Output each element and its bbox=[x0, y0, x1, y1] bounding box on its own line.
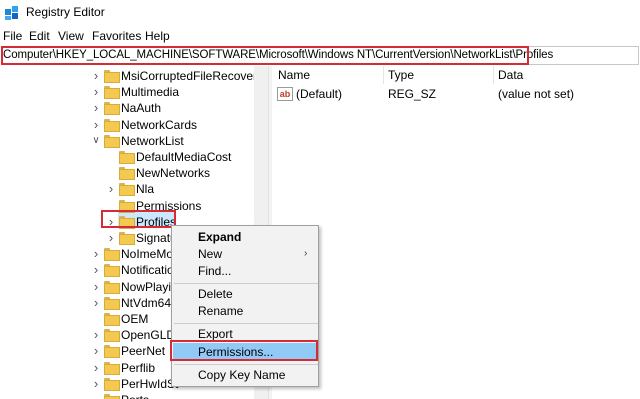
tree-item-label: Ports bbox=[121, 393, 149, 399]
tree-item-label: NewNetworks bbox=[136, 166, 211, 180]
address-highlight-box bbox=[1, 46, 529, 65]
tree-item-label: OEM bbox=[121, 312, 149, 326]
folder-icon bbox=[104, 248, 120, 261]
value-data[interactable]: (value not set) bbox=[498, 87, 574, 101]
value-name[interactable]: (Default) bbox=[296, 87, 342, 101]
chevron-right-icon[interactable]: › bbox=[106, 231, 116, 245]
folder-icon bbox=[104, 86, 120, 99]
value-type[interactable]: REG_SZ bbox=[388, 87, 436, 101]
tree-item-label: PeerNet bbox=[121, 344, 166, 358]
tree-item[interactable]: Ports bbox=[0, 392, 254, 399]
tree-item-label: MsiCorruptedFileRecovery bbox=[121, 69, 264, 83]
menu-separator bbox=[174, 364, 318, 365]
tree-item[interactable]: DefaultMediaCost bbox=[0, 149, 254, 165]
chevron-down-icon[interactable]: ∨ bbox=[91, 134, 101, 148]
chevron-right-icon[interactable]: › bbox=[91, 263, 101, 277]
permissions-highlight-box bbox=[170, 340, 318, 361]
tree-item[interactable]: › NaAuth bbox=[0, 100, 254, 116]
menu-file[interactable]: File bbox=[3, 29, 22, 43]
folder-icon bbox=[104, 264, 120, 277]
column-divider[interactable] bbox=[493, 66, 494, 84]
menu-view[interactable]: View bbox=[58, 29, 84, 43]
window-title: Registry Editor bbox=[26, 5, 105, 19]
string-value-icon: ab bbox=[277, 87, 293, 101]
menu-edit[interactable]: Edit bbox=[29, 29, 50, 43]
registry-editor-icon bbox=[5, 6, 18, 20]
folder-icon bbox=[104, 345, 120, 358]
folder-icon bbox=[119, 167, 135, 180]
folder-icon bbox=[104, 281, 120, 294]
tree-item-label: Multimedia bbox=[121, 85, 180, 99]
tree-item-label: Nla bbox=[136, 182, 155, 196]
tree-item-label: NetworkList bbox=[121, 134, 184, 148]
tree-item-label: DefaultMediaCost bbox=[136, 150, 232, 164]
tree-item-label: NoImeMo bbox=[121, 247, 174, 261]
tree-item[interactable]: › MsiCorruptedFileRecovery bbox=[0, 68, 263, 84]
menu-item-find[interactable]: Find... bbox=[198, 264, 231, 278]
folder-icon bbox=[104, 297, 120, 310]
tree-item-label: Perflib bbox=[121, 361, 156, 375]
chevron-right-icon[interactable]: › bbox=[91, 69, 101, 83]
chevron-right-icon[interactable]: › bbox=[91, 361, 101, 375]
folder-icon bbox=[119, 183, 135, 196]
folder-icon bbox=[104, 313, 120, 326]
column-name-header[interactable]: Name bbox=[278, 68, 310, 82]
folder-icon bbox=[104, 329, 120, 342]
menu-item-expand[interactable]: Expand bbox=[198, 230, 241, 244]
menu-item-new[interactable]: New bbox=[198, 247, 222, 261]
tree-item[interactable]: › Multimedia bbox=[0, 84, 254, 100]
chevron-right-icon[interactable]: › bbox=[91, 118, 101, 132]
profiles-highlight-box bbox=[101, 210, 176, 228]
chevron-right-icon[interactable]: › bbox=[91, 85, 101, 99]
menu-item-delete[interactable]: Delete bbox=[198, 287, 233, 301]
folder-icon bbox=[119, 151, 135, 164]
menu-item-export[interactable]: Export bbox=[198, 327, 233, 341]
menu-item-copy-key-name[interactable]: Copy Key Name bbox=[198, 368, 285, 382]
chevron-right-icon[interactable]: › bbox=[91, 101, 101, 115]
folder-icon bbox=[104, 378, 120, 391]
chevron-right-icon[interactable]: › bbox=[91, 328, 101, 342]
column-divider[interactable] bbox=[383, 66, 384, 84]
tree-item[interactable]: › NetworkCards bbox=[0, 117, 254, 133]
folder-icon bbox=[119, 232, 135, 245]
menu-separator bbox=[174, 323, 318, 324]
tree-item-label: NtVdm64 bbox=[121, 296, 172, 310]
folder-icon bbox=[104, 70, 120, 83]
folder-icon bbox=[104, 362, 120, 375]
title-bar: Registry Editor bbox=[0, 0, 640, 26]
chevron-right-icon[interactable]: › bbox=[91, 377, 101, 391]
tree-item-label: NowPlayin bbox=[121, 280, 178, 294]
context-menu: Expand New › Find... Delete Rename Expor… bbox=[171, 225, 319, 387]
chevron-right-icon[interactable]: › bbox=[91, 344, 101, 358]
menu-separator bbox=[174, 283, 318, 284]
menu-favorites[interactable]: Favorites bbox=[92, 29, 141, 43]
tree-item[interactable]: NewNetworks bbox=[0, 165, 254, 181]
tree-item-label: Notificatio bbox=[121, 263, 174, 277]
folder-icon bbox=[104, 119, 120, 132]
folder-icon bbox=[104, 102, 120, 115]
menu-item-rename[interactable]: Rename bbox=[198, 304, 243, 318]
column-data-header[interactable]: Data bbox=[498, 68, 523, 82]
folder-icon bbox=[104, 394, 120, 399]
tree-item-label: PerHwIdSt bbox=[121, 377, 179, 391]
submenu-arrow-icon: › bbox=[304, 248, 308, 259]
menu-bar: File Edit View Favorites Help bbox=[0, 27, 640, 45]
tree-item-label: NetworkCards bbox=[121, 118, 198, 132]
tree-item[interactable]: ∨ NetworkList bbox=[0, 133, 254, 149]
menu-help[interactable]: Help bbox=[145, 29, 170, 43]
chevron-right-icon[interactable]: › bbox=[91, 296, 101, 310]
folder-icon bbox=[104, 135, 120, 148]
chevron-right-icon[interactable]: › bbox=[91, 280, 101, 294]
tree-item[interactable]: › Nla bbox=[0, 181, 254, 197]
tree-item-label: NaAuth bbox=[121, 101, 162, 115]
chevron-right-icon[interactable]: › bbox=[106, 182, 116, 196]
values-pane[interactable] bbox=[272, 66, 640, 399]
column-type-header[interactable]: Type bbox=[388, 68, 414, 82]
chevron-right-icon[interactable]: › bbox=[91, 247, 101, 261]
